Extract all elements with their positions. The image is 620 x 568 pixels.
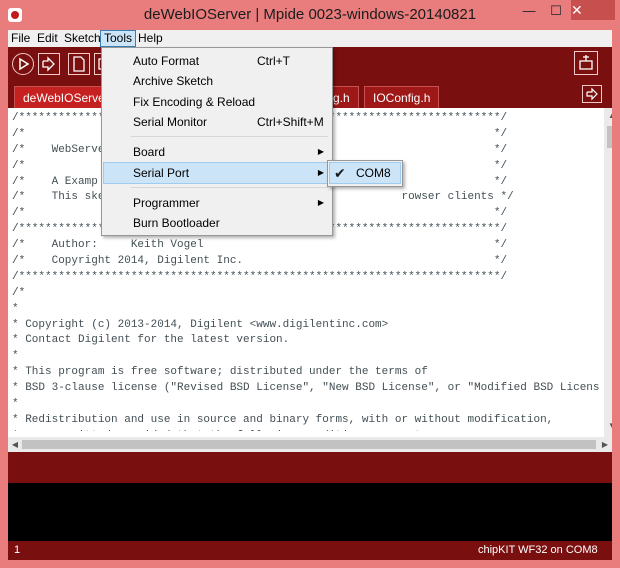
board-port-status: chipKIT WF32 on COM8 <box>478 544 598 556</box>
new-button[interactable] <box>68 53 90 75</box>
tools-dropdown-menu: Auto Format Ctrl+T Archive Sketch Fix En… <box>101 47 333 236</box>
submenu-arrow-icon: ▶ <box>317 198 324 207</box>
close-button[interactable]: ✕ <box>571 0 615 20</box>
menu-tools[interactable]: Tools <box>100 30 137 47</box>
upload-button[interactable] <box>38 53 60 75</box>
menu-item-programmer[interactable]: Programmer ▶ <box>104 193 330 213</box>
scroll-left-icon[interactable]: ◀ <box>8 437 22 452</box>
new-file-icon <box>73 56 85 72</box>
code-line: /* Copyright 2014, Digilent Inc. */ <box>12 255 508 268</box>
checkmark-icon: ✔ <box>334 165 346 181</box>
menu-item-label: Burn Bootloader <box>133 216 220 230</box>
menu-item-shortcut: Ctrl+T <box>257 54 290 68</box>
menu-sketch[interactable]: Sketch <box>61 30 104 47</box>
submenu-arrow-icon: ▶ <box>317 147 324 156</box>
menu-item-label: Serial Port <box>133 166 190 180</box>
menu-item-burn-bootloader[interactable]: Burn Bootloader <box>104 213 330 233</box>
menu-file[interactable]: File <box>8 30 33 47</box>
menu-help[interactable]: Help <box>135 30 166 47</box>
menu-item-label: Auto Format <box>133 54 200 68</box>
code-line: * are permitted provided that the follow… <box>12 429 600 431</box>
menu-separator <box>131 187 328 188</box>
scroll-down-icon[interactable]: ▼ <box>604 420 612 432</box>
tab-ioconfig-h[interactable]: IOConfig.h <box>364 86 440 109</box>
arrow-right-icon <box>586 87 598 101</box>
menu-item-fix-encoding[interactable]: Fix Encoding & Reload <box>104 92 330 112</box>
play-icon <box>19 57 30 71</box>
submenu-arrow-icon: ▶ <box>317 168 324 177</box>
tab-menu-button[interactable] <box>582 85 602 103</box>
menu-item-shortcut: Ctrl+Shift+M <box>257 115 324 129</box>
code-line: * <box>12 398 19 411</box>
serial-monitor-button[interactable] <box>574 51 598 75</box>
menu-item-label: Archive Sketch <box>133 74 214 88</box>
serial-monitor-icon <box>579 55 593 70</box>
menu-separator <box>131 136 328 137</box>
upload-arrow-icon <box>42 56 55 72</box>
code-line: * Copyright (c) 2013-2014, Digilent <www… <box>12 318 389 331</box>
horizontal-scroll-thumb[interactable] <box>22 440 596 449</box>
code-line: * Contact Digilent for the latest versio… <box>12 334 290 347</box>
horizontal-scrollbar[interactable]: ◀ ▶ <box>8 437 612 452</box>
menu-item-auto-format[interactable]: Auto Format Ctrl+T <box>104 51 330 71</box>
code-line: * <box>12 350 19 363</box>
serial-port-submenu: ✔ COM8 <box>327 160 403 187</box>
scroll-up-icon[interactable]: ▲ <box>604 110 612 122</box>
menu-item-serial-monitor[interactable]: Serial Monitor Ctrl+Shift+M <box>104 112 330 132</box>
verify-button[interactable] <box>12 53 34 75</box>
vertical-scroll-thumb[interactable] <box>607 126 612 148</box>
menu-item-label: Fix Encoding & Reload <box>133 95 256 109</box>
code-line: * Redistribution and use in source and b… <box>12 413 554 426</box>
vertical-scrollbar[interactable]: ▲ ▼ <box>604 108 612 437</box>
status-bar <box>8 452 612 483</box>
menu-item-label: Programmer <box>133 196 200 210</box>
serial-port-label: COM8 <box>356 166 391 180</box>
menu-item-label: Board <box>133 145 166 159</box>
line-number: 1 <box>14 544 21 556</box>
code-line: * This program is free software; distrib… <box>12 366 428 379</box>
code-line: /***************************************… <box>12 270 508 283</box>
menu-item-board[interactable]: Board ▶ <box>104 142 330 162</box>
maximize-button[interactable]: ☐ <box>545 2 567 20</box>
menu-item-archive-sketch[interactable]: Archive Sketch <box>104 71 330 91</box>
menu-item-serial-port[interactable]: Serial Port ▶ <box>103 162 331 184</box>
menu-edit[interactable]: Edit <box>34 30 61 47</box>
code-line: /* <box>12 286 26 299</box>
scroll-right-icon[interactable]: ▶ <box>598 437 612 452</box>
serial-port-com8[interactable]: ✔ COM8 <box>329 162 401 184</box>
title-bar: deWebIOServer | Mpide 0023-windows-20140… <box>0 0 620 30</box>
minimize-button[interactable]: — <box>518 2 540 20</box>
footer-bar: 1 chipKIT WF32 on COM8 <box>8 541 612 560</box>
code-line: /* Author: Keith Vogel */ <box>12 239 508 252</box>
menu-bar: File Edit Sketch Tools Help <box>8 30 612 47</box>
menu-item-label: Serial Monitor <box>133 115 208 129</box>
code-line: * BSD 3-clause license ("Revised BSD Lic… <box>12 382 600 395</box>
code-line: * <box>12 302 19 315</box>
console-output <box>8 483 612 541</box>
